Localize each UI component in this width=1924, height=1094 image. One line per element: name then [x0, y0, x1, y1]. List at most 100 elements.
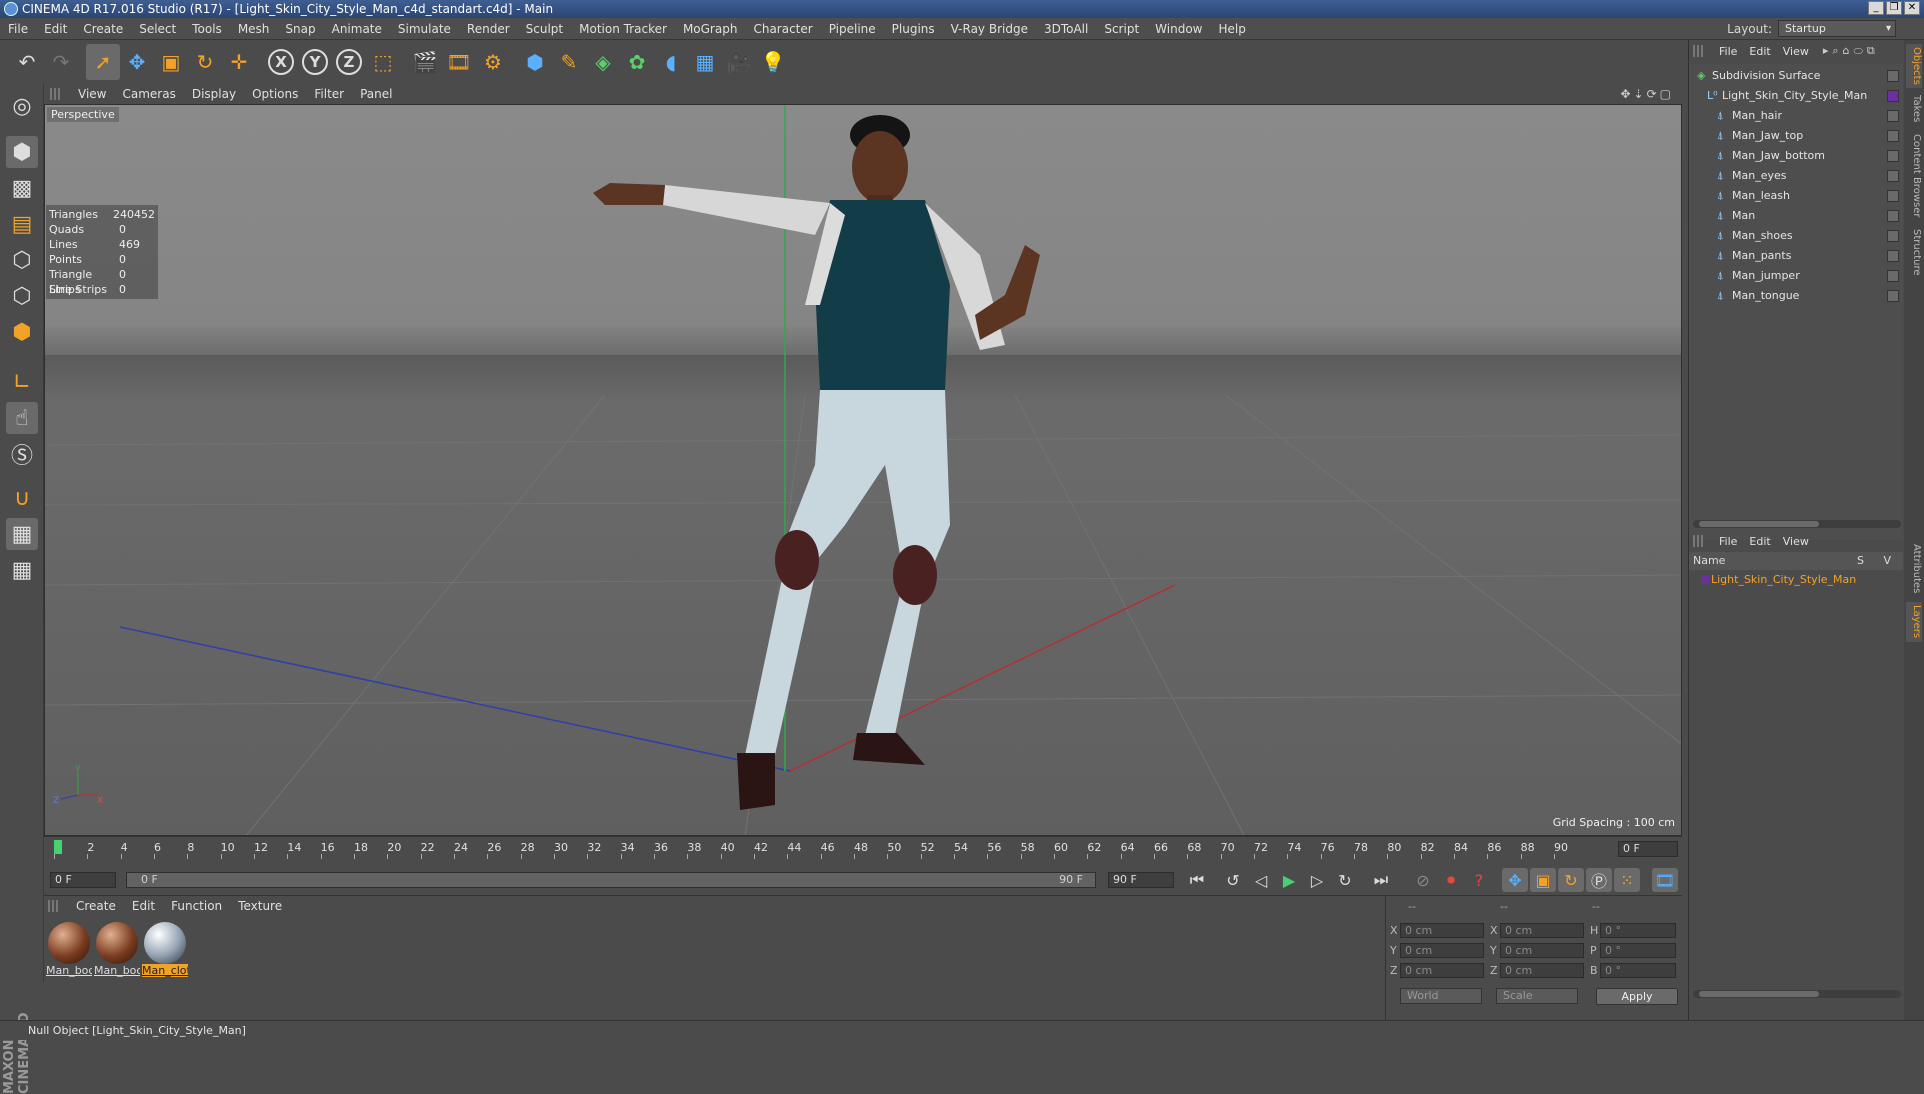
- viewport-menu-view[interactable]: View: [70, 87, 114, 101]
- object-manager-scrollbar[interactable]: [1693, 520, 1901, 528]
- visibility-toggle[interactable]: [1887, 230, 1899, 242]
- redo-icon[interactable]: ↷: [44, 44, 78, 80]
- menu-plugins[interactable]: Plugins: [884, 22, 943, 36]
- object-item[interactable]: L⁰ Light_Skin_City_Style_Man: [1689, 86, 1903, 106]
- object-item[interactable]: ⍋ Man_leash: [1689, 186, 1903, 206]
- panel-grip[interactable]: [1693, 45, 1705, 57]
- viewport-menu-cameras[interactable]: Cameras: [114, 87, 183, 101]
- layout-dropdown[interactable]: Startup: [1778, 20, 1896, 37]
- visibility-toggle[interactable]: [1887, 190, 1899, 202]
- next-frame-icon[interactable]: ▷: [1304, 868, 1330, 892]
- frame-ruler[interactable]: 0246810121416182022242628303234363840424…: [54, 841, 1602, 859]
- object-item[interactable]: ⍋ Man_pants: [1689, 246, 1903, 266]
- key-scale-icon[interactable]: ▣: [1530, 868, 1556, 892]
- size-z-field[interactable]: 0 cm: [1500, 962, 1584, 978]
- panel-grip[interactable]: [1693, 535, 1705, 547]
- key-pla-icon[interactable]: ⁙: [1614, 868, 1640, 892]
- viewport-nav-icons[interactable]: ✥⇣⟳▢: [1620, 87, 1674, 101]
- visibility-toggle[interactable]: [1887, 90, 1899, 102]
- object-item[interactable]: ⍋ Man_Jaw_top: [1689, 126, 1903, 146]
- edges-mode-icon[interactable]: ⬡: [6, 280, 38, 312]
- cloner-icon[interactable]: ✿: [620, 44, 654, 80]
- menu-window[interactable]: Window: [1147, 22, 1210, 36]
- render-view-icon[interactable]: 🎬: [408, 44, 442, 80]
- object-item[interactable]: ⍋ Man_tongue: [1689, 286, 1903, 306]
- scroll-thumb[interactable]: [1699, 521, 1819, 527]
- visibility-toggle[interactable]: [1887, 150, 1899, 162]
- coordinate-system-icon[interactable]: ⬚: [366, 44, 400, 80]
- timeline-playhead[interactable]: [54, 840, 62, 854]
- object-item[interactable]: ⍋ Man_hair: [1689, 106, 1903, 126]
- panel-grip[interactable]: [48, 900, 60, 912]
- current-frame-field[interactable]: 0 F: [1618, 841, 1678, 857]
- end-frame-field[interactable]: 90 F: [1108, 872, 1174, 888]
- tab-layers[interactable]: Layers: [1906, 602, 1922, 642]
- apply-button[interactable]: Apply: [1596, 988, 1678, 1005]
- timeline-ruler[interactable]: 0246810121416182022242628303234363840424…: [44, 836, 1682, 862]
- tab-objects[interactable]: Objects: [1906, 44, 1922, 88]
- size-mode-dropdown[interactable]: Scale: [1496, 988, 1578, 1004]
- rotation-h-field[interactable]: 0 °: [1600, 922, 1676, 938]
- 3d-viewport[interactable]: Perspective Triangles 240452 Quads 0 Lines 46…: [44, 104, 1682, 836]
- go-to-start-icon[interactable]: ⏮: [1184, 868, 1210, 892]
- key-position-icon[interactable]: ✥: [1502, 868, 1528, 892]
- menu-mograph[interactable]: MoGraph: [675, 22, 746, 36]
- planar-workplane-icon[interactable]: ▦: [6, 554, 38, 586]
- menu-snap[interactable]: Snap: [277, 22, 323, 36]
- y-axis-lock-icon[interactable]: Y: [298, 44, 332, 80]
- close-button[interactable]: ✕: [1904, 1, 1920, 15]
- start-frame-field[interactable]: 0 F: [50, 872, 116, 888]
- layer-manager-scrollbar[interactable]: [1693, 990, 1901, 998]
- object-item[interactable]: ⍋ Man_shoes: [1689, 226, 1903, 246]
- maximize-button[interactable]: ❐: [1886, 1, 1902, 15]
- tab-attributes[interactable]: Attributes: [1906, 540, 1922, 598]
- objects-menu-view[interactable]: View: [1777, 45, 1815, 58]
- viewport-menu-display[interactable]: Display: [184, 87, 244, 101]
- axis-mode-icon[interactable]: ∟: [6, 366, 38, 398]
- model-mode-icon[interactable]: ⬢: [6, 136, 38, 168]
- menu-motion-tracker[interactable]: Motion Tracker: [571, 22, 675, 36]
- layers-menu-view[interactable]: View: [1777, 535, 1815, 548]
- menu-3dtoall[interactable]: 3DToAll: [1036, 22, 1096, 36]
- layer-item[interactable]: Light_Skin_City_Style_Man: [1689, 570, 1903, 590]
- visibility-toggle[interactable]: [1887, 110, 1899, 122]
- menu-file[interactable]: File: [0, 22, 36, 36]
- visibility-toggle[interactable]: [1887, 210, 1899, 222]
- x-axis-lock-icon[interactable]: X: [264, 44, 298, 80]
- texture-mode-icon[interactable]: ▩: [6, 172, 38, 204]
- workplane-icon[interactable]: ▤: [6, 208, 38, 240]
- make-editable-icon[interactable]: ◎: [6, 90, 38, 122]
- position-z-field[interactable]: 0 cm: [1400, 962, 1484, 978]
- layers-menu-file[interactable]: File: [1713, 535, 1743, 548]
- visibility-toggle[interactable]: [1887, 250, 1899, 262]
- magnet-icon[interactable]: ∪: [6, 482, 38, 514]
- material-swatch[interactable]: Man_boc: [46, 922, 92, 978]
- next-key-icon[interactable]: ↻: [1332, 868, 1358, 892]
- object-item[interactable]: ⍋ Man_Jaw_bottom: [1689, 146, 1903, 166]
- key-parameter-icon[interactable]: Ⓟ: [1586, 868, 1612, 892]
- visibility-toggle[interactable]: [1887, 170, 1899, 182]
- material-menu-edit[interactable]: Edit: [124, 899, 163, 913]
- subdivision-surface-icon[interactable]: ◈: [586, 44, 620, 80]
- layers-menu-edit[interactable]: Edit: [1743, 535, 1776, 548]
- visibility-toggle[interactable]: [1887, 130, 1899, 142]
- rotation-p-field[interactable]: 0 °: [1600, 942, 1676, 958]
- tab-takes[interactable]: Takes: [1906, 92, 1922, 126]
- menu-pipeline[interactable]: Pipeline: [821, 22, 884, 36]
- scroll-thumb[interactable]: [1699, 991, 1819, 997]
- objects-menu-file[interactable]: File: [1713, 45, 1743, 58]
- record-keys-icon[interactable]: ⊘: [1410, 868, 1436, 892]
- menu-animate[interactable]: Animate: [324, 22, 390, 36]
- floor-scene-icon[interactable]: ▦: [688, 44, 722, 80]
- go-to-end-icon[interactable]: ⏭: [1368, 868, 1394, 892]
- objects-menu-edit[interactable]: Edit: [1743, 45, 1776, 58]
- object-item[interactable]: ◈ Subdivision Surface: [1689, 66, 1903, 86]
- menu-simulate[interactable]: Simulate: [390, 22, 459, 36]
- camera-label[interactable]: Perspective: [47, 107, 119, 122]
- size-x-field[interactable]: 0 cm: [1500, 922, 1584, 938]
- material-menu-function[interactable]: Function: [163, 899, 230, 913]
- tab-content-browser[interactable]: Content Browser: [1906, 130, 1922, 222]
- autokey-icon[interactable]: ⏺: [1438, 868, 1464, 892]
- previous-key-icon[interactable]: ↺: [1220, 868, 1246, 892]
- position-y-field[interactable]: 0 cm: [1400, 942, 1484, 958]
